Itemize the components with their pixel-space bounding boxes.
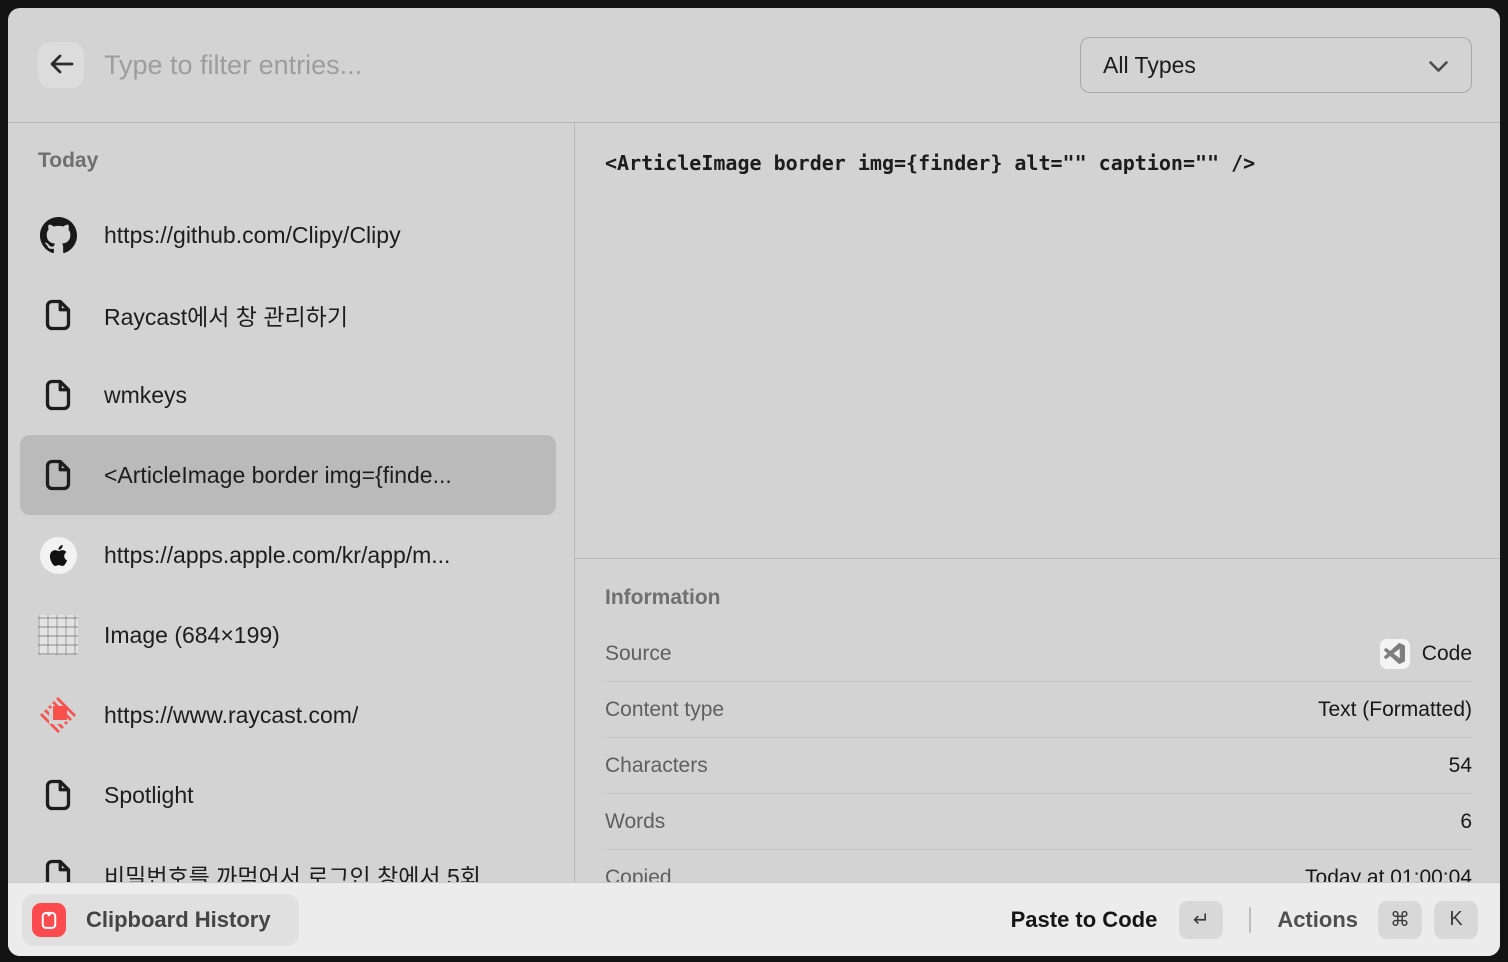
detail-panel: <ArticleImage border img={finder} alt=""… xyxy=(575,123,1500,882)
type-filter-dropdown[interactable]: All Types xyxy=(1080,37,1472,93)
info-label: Content type xyxy=(605,698,724,722)
back-button[interactable] xyxy=(38,42,84,88)
information-title: Information xyxy=(605,559,1472,626)
info-value-text: Code xyxy=(1422,642,1472,666)
document-icon xyxy=(38,775,78,815)
info-row-content-type: Content type Text (Formatted) xyxy=(605,682,1472,738)
raycast-icon xyxy=(38,695,78,735)
list-item-selected[interactable]: <ArticleImage border img={finde... xyxy=(20,435,556,515)
list-item-label: 비밀번호를 까먹어서 로그인 창에서 5회... xyxy=(104,858,500,882)
content: Today https://github.com/Clipy/Clipy Ray… xyxy=(8,123,1500,882)
clipboard-history-window: All Types Today https://github.com/Clipy… xyxy=(8,8,1500,956)
clipboard-entry-list: Today https://github.com/Clipy/Clipy Ray… xyxy=(8,123,575,882)
list-item-label: wmkeys xyxy=(104,382,187,409)
list-item-label: Raycast에서 창 관리하기 xyxy=(104,298,348,332)
k-keycap: K xyxy=(1434,901,1478,939)
actions-label: Actions xyxy=(1277,907,1358,933)
list-item[interactable]: wmkeys xyxy=(20,355,556,435)
list-item[interactable]: Spotlight xyxy=(20,755,556,835)
info-label: Words xyxy=(605,810,665,834)
paste-to-code-label: Paste to Code xyxy=(1011,907,1158,933)
footer-divider xyxy=(1249,907,1251,933)
paste-to-code-button[interactable]: Paste to Code ↵ xyxy=(1011,901,1224,939)
list-item[interactable]: Raycast에서 창 관리하기 xyxy=(20,275,556,355)
list-item-label: Spotlight xyxy=(104,782,194,809)
document-icon xyxy=(38,295,78,335)
list-item[interactable]: https://apps.apple.com/kr/app/m... xyxy=(20,515,556,595)
info-row-characters: Characters 54 xyxy=(605,738,1472,794)
info-value-text: Today at 01:00:04 xyxy=(1305,866,1472,883)
type-filter-value: All Types xyxy=(1103,52,1196,79)
info-label: Copied xyxy=(605,866,672,883)
list-item[interactable]: https://www.raycast.com/ xyxy=(20,675,556,755)
chevron-down-icon xyxy=(1428,52,1449,79)
information-section: Information Source Code Content type Tex… xyxy=(575,559,1500,882)
list-item-label: https://github.com/Clipy/Clipy xyxy=(104,222,401,249)
info-label: Source xyxy=(605,642,672,666)
back-arrow-icon xyxy=(48,53,75,78)
document-icon xyxy=(38,855,78,882)
list-item[interactable]: Image (684×199) xyxy=(20,595,556,675)
header: All Types xyxy=(8,8,1500,123)
actions-button[interactable]: Actions ⌘ K xyxy=(1277,901,1478,939)
info-value: Code xyxy=(1380,639,1472,669)
info-row-source: Source Code xyxy=(605,626,1472,682)
document-icon xyxy=(38,375,78,415)
info-value-text: 6 xyxy=(1460,810,1472,834)
clipboard-content-text: <ArticleImage border img={finder} alt=""… xyxy=(605,151,1470,175)
command-keycap: ⌘ xyxy=(1378,901,1422,939)
info-row-words: Words 6 xyxy=(605,794,1472,850)
apple-icon xyxy=(38,535,78,575)
section-label-today: Today xyxy=(8,123,574,195)
list-item-label: Image (684×199) xyxy=(104,622,280,649)
vscode-icon xyxy=(1380,639,1410,669)
info-value-text: Text (Formatted) xyxy=(1318,698,1472,722)
footer-bar: Clipboard History Paste to Code ↵ Action… xyxy=(8,882,1500,956)
list-item-label: <ArticleImage border img={finde... xyxy=(104,462,452,489)
content-preview: <ArticleImage border img={finder} alt=""… xyxy=(575,123,1500,559)
list-item[interactable]: https://github.com/Clipy/Clipy xyxy=(20,195,556,275)
list-item-label: https://www.raycast.com/ xyxy=(104,702,358,729)
app-pill-button[interactable]: Clipboard History xyxy=(22,894,299,946)
app-label: Clipboard History xyxy=(86,907,271,933)
clipboard-icon xyxy=(32,903,66,937)
return-keycap: ↵ xyxy=(1179,901,1223,939)
list-item[interactable]: 비밀번호를 까먹어서 로그인 창에서 5회... xyxy=(20,835,556,882)
info-row-copied: Copied Today at 01:00:04 xyxy=(605,850,1472,882)
list-item-label: https://apps.apple.com/kr/app/m... xyxy=(104,542,450,569)
info-value-text: 54 xyxy=(1449,754,1472,778)
document-icon xyxy=(38,455,78,495)
image-thumbnail xyxy=(38,615,78,655)
search-input[interactable] xyxy=(104,50,1080,81)
info-label: Characters xyxy=(605,754,708,778)
github-icon xyxy=(38,215,78,255)
